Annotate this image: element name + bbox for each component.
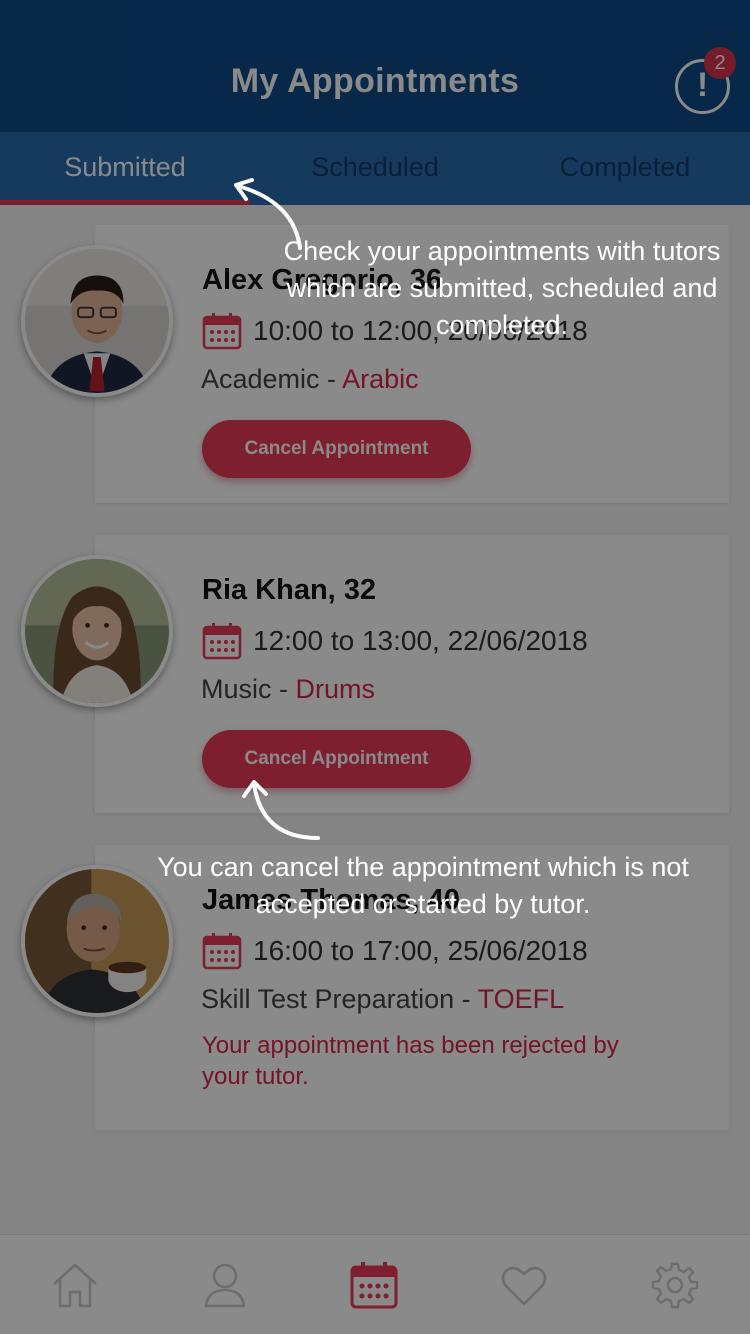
tutorial-tip-cancel: You can cancel the appointment which is … bbox=[157, 852, 689, 919]
tutorial-tip-tabs: Check your appointments with tutors whic… bbox=[283, 236, 721, 340]
arrow-icon bbox=[242, 780, 320, 840]
tutorial-overlay[interactable]: Check your appointments with tutors whic… bbox=[0, 0, 750, 1334]
